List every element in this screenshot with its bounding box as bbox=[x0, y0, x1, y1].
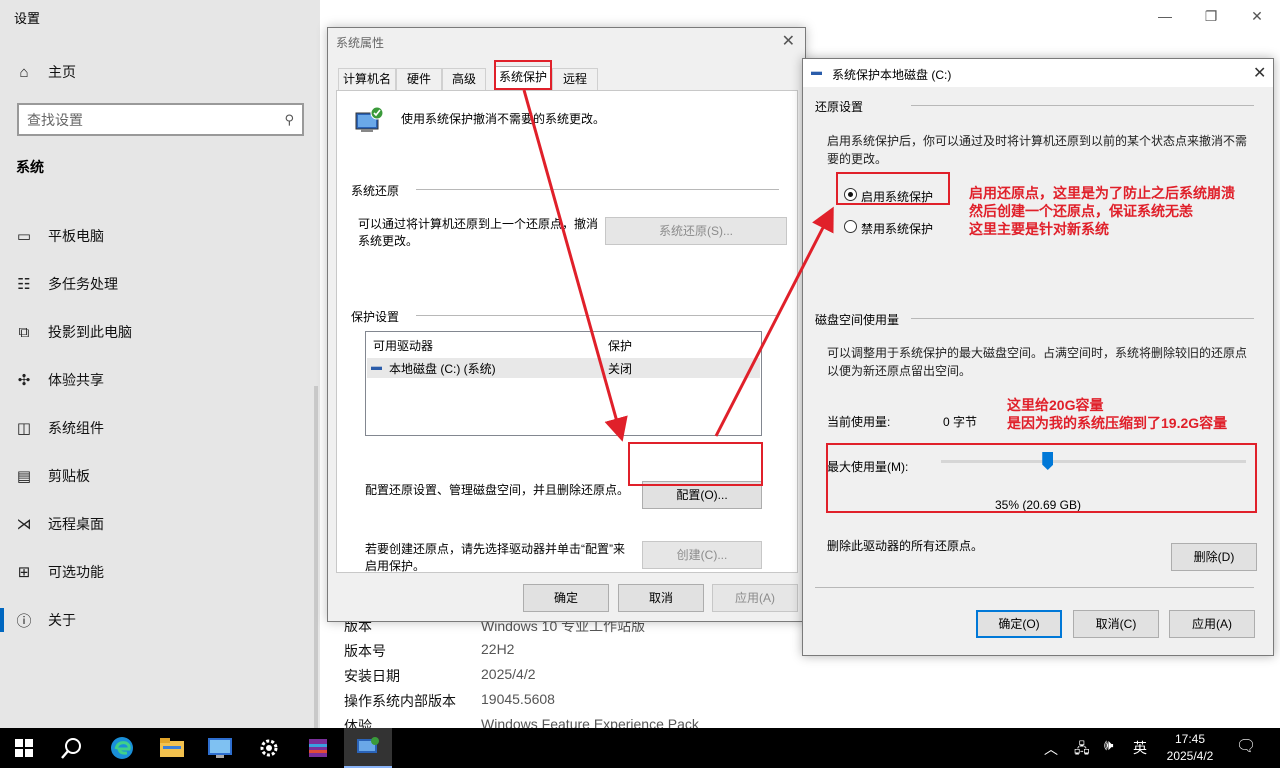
system-properties-taskbar-icon[interactable] bbox=[344, 728, 392, 768]
volume-icon[interactable]: 🕪 bbox=[1104, 737, 1113, 754]
network-icon[interactable]: 🖧 bbox=[1074, 738, 1090, 762]
clock[interactable]: 17:45 2025/4/2 bbox=[1160, 731, 1220, 765]
settings-gear-icon[interactable] bbox=[245, 728, 293, 768]
annotation-enable-note: 启用还原点，这里是为了防止之后系统崩溃 然后创建一个还原点，保证系统无恙 这里主… bbox=[969, 185, 1235, 237]
start-button[interactable] bbox=[0, 728, 48, 768]
taskbar: ︿ 🖧 🕪 英 17:45 2025/4/2 🗨 bbox=[0, 728, 1280, 768]
arrow-to-enable bbox=[714, 206, 834, 437]
edge-icon[interactable] bbox=[98, 728, 146, 768]
chevron-up-icon[interactable]: ︿ bbox=[1044, 739, 1058, 759]
ime-indicator[interactable]: 英 bbox=[1133, 738, 1147, 758]
arrow-to-configure bbox=[522, 89, 628, 442]
winrar-icon[interactable] bbox=[294, 728, 342, 768]
annotation-arrows bbox=[522, 89, 834, 442]
windows-icon bbox=[15, 739, 33, 757]
file-explorer-icon[interactable] bbox=[148, 728, 196, 768]
search-icon[interactable] bbox=[48, 728, 96, 768]
notification-icon[interactable]: 🗨 bbox=[1236, 736, 1256, 756]
control-panel-icon[interactable] bbox=[196, 728, 244, 768]
annotation-capacity-note: 这里给20G容量 是因为我的系统压缩到了19.2G容量 bbox=[1007, 397, 1228, 431]
